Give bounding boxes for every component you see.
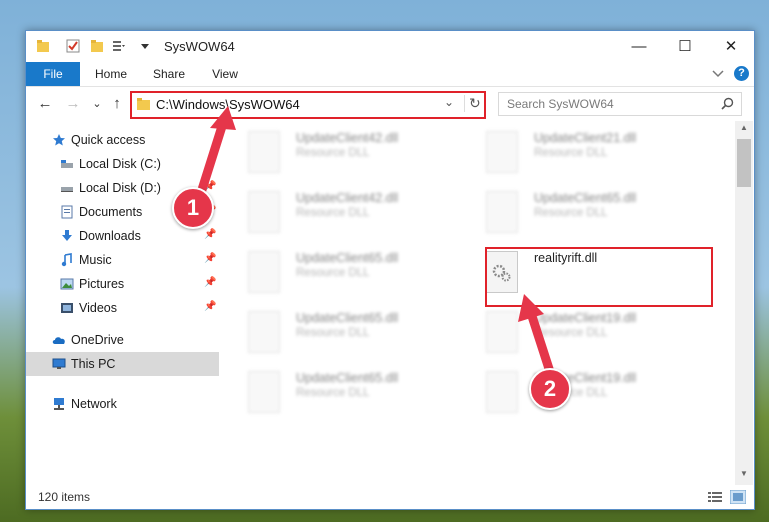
arrow-two-head [518, 294, 544, 322]
callout-2: 2 [529, 368, 571, 410]
arrow-one-head [210, 106, 236, 130]
callout-1: 1 [172, 187, 214, 229]
arrow-one [195, 115, 229, 201]
annotation-arrows [195, 106, 557, 383]
